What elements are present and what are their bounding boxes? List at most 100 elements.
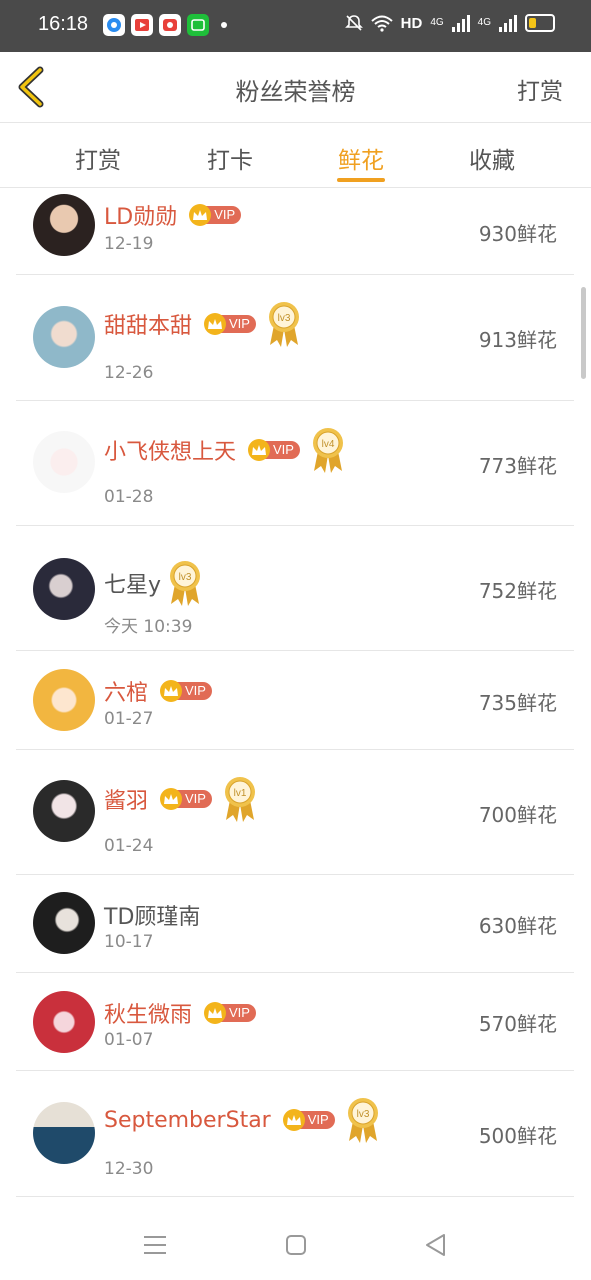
vip-badge: VIP bbox=[204, 313, 256, 335]
avatar[interactable] bbox=[33, 1102, 95, 1164]
system-nav-bar bbox=[0, 1200, 591, 1280]
user-name[interactable]: SeptemberStar bbox=[104, 1108, 271, 1133]
tab-checkin[interactable]: 打卡 bbox=[190, 141, 270, 175]
flower-count: 930鲜花 bbox=[478, 221, 557, 246]
list-item[interactable]: 甜甜本甜 VIP lv3 12-26 913鲜花 bbox=[16, 275, 574, 401]
tab-reward[interactable]: 打赏 bbox=[58, 141, 138, 175]
level-medal-icon: lv3 bbox=[268, 302, 299, 347]
flower-count: 570鲜花 bbox=[478, 1012, 557, 1036]
flower-count: 630鲜花 bbox=[478, 914, 557, 938]
signal-icon bbox=[451, 14, 470, 32]
back-triangle-icon bbox=[426, 1234, 445, 1256]
avatar[interactable] bbox=[33, 306, 95, 368]
status-indicators: HD 4G 4G bbox=[344, 14, 555, 32]
crown-icon bbox=[160, 680, 183, 702]
user-name[interactable]: TD顾瑾南 bbox=[104, 899, 200, 931]
avatar[interactable] bbox=[33, 780, 95, 842]
signal-icon bbox=[499, 14, 517, 32]
avatar[interactable] bbox=[33, 669, 95, 731]
crown-icon bbox=[282, 1109, 305, 1131]
home-button[interactable] bbox=[283, 1232, 309, 1258]
user-name[interactable]: 秋生微雨 bbox=[104, 997, 192, 1029]
menu-icon bbox=[144, 1236, 166, 1254]
level-medal-icon: lv3 bbox=[347, 1098, 378, 1143]
date: 今天 10:39 bbox=[104, 617, 193, 637]
notification-icons bbox=[103, 14, 227, 36]
tab-flowers[interactable]: 鲜花 bbox=[321, 141, 401, 175]
flower-count: 700鲜花 bbox=[478, 802, 557, 827]
status-time: 16:18 bbox=[38, 13, 89, 35]
date: 12-26 bbox=[104, 363, 154, 383]
date: 12-30 bbox=[104, 1159, 154, 1179]
medal-level: lv3 bbox=[278, 313, 291, 324]
list-item[interactable]: 秋生微雨 VIP 01-07 570鲜花 bbox=[16, 973, 574, 1071]
more-notifications-dot bbox=[221, 22, 227, 28]
date: 01-27 bbox=[104, 709, 154, 729]
network-type-1: 4G bbox=[430, 17, 444, 28]
date: 12-19 bbox=[104, 234, 154, 254]
flower-count: 752鲜花 bbox=[478, 578, 557, 603]
date: 10-17 bbox=[104, 932, 154, 952]
crown-icon bbox=[248, 439, 271, 461]
avatar[interactable] bbox=[33, 991, 95, 1053]
crown-icon bbox=[160, 788, 183, 810]
wifi-icon bbox=[370, 15, 393, 32]
user-name[interactable]: 七星y bbox=[104, 567, 161, 599]
level-medal-icon: lv4 bbox=[312, 428, 343, 473]
flower-count: 735鲜花 bbox=[478, 690, 557, 715]
user-name[interactable]: 甜甜本甜 bbox=[104, 308, 192, 340]
level-medal-icon: lv1 bbox=[224, 777, 255, 822]
bell-muted-icon bbox=[344, 15, 363, 31]
level-medal-icon: lv3 bbox=[170, 561, 201, 606]
scrollbar[interactable] bbox=[581, 287, 586, 379]
list-item[interactable]: 七星y lv3 今天 10:39 752鲜花 bbox=[16, 526, 574, 651]
vip-badge: VIP bbox=[160, 788, 212, 810]
ranking-list: LD勋勋 VIP 12-19 930鲜花 甜甜本甜 VIP lv3 12-26 … bbox=[16, 188, 574, 1197]
vip-badge: VIP bbox=[282, 1109, 335, 1131]
avatar[interactable] bbox=[33, 892, 95, 954]
shop-app-icon bbox=[159, 14, 181, 36]
tab-bar: 打赏 打卡 鲜花 收藏 bbox=[0, 123, 591, 188]
menu-button[interactable] bbox=[142, 1232, 168, 1258]
list-item[interactable]: 酱羽 VIP lv1 01-24 700鲜花 bbox=[16, 750, 574, 875]
vip-badge: VIP bbox=[189, 204, 242, 226]
user-name[interactable]: 酱羽 bbox=[104, 783, 148, 815]
flower-count: 500鲜花 bbox=[478, 1124, 557, 1148]
status-bar: 16:18 HD 4G 4G bbox=[0, 0, 591, 52]
list-item[interactable]: LD勋勋 VIP 12-19 930鲜花 bbox=[16, 188, 574, 275]
network-type-2: 4G bbox=[477, 17, 491, 28]
active-tab-indicator bbox=[337, 178, 385, 182]
list-item[interactable]: TD顾瑾南 10-17 630鲜花 bbox=[16, 875, 574, 973]
medal-level: lv4 bbox=[322, 439, 335, 450]
nav-bar: 粉丝荣誉榜 打赏 bbox=[0, 52, 591, 123]
user-name[interactable]: 小飞侠想上天 bbox=[104, 434, 236, 466]
hd-indicator: HD bbox=[400, 14, 423, 32]
page-title: 粉丝荣誉榜 bbox=[235, 78, 356, 106]
avatar[interactable] bbox=[33, 194, 95, 256]
user-name[interactable]: LD勋勋 bbox=[104, 199, 177, 231]
tab-favorites[interactable]: 收藏 bbox=[452, 141, 532, 175]
app-notification-icon bbox=[103, 14, 125, 36]
list-item[interactable]: 六棺 VIP 01-27 735鲜花 bbox=[16, 651, 574, 750]
date: 01-24 bbox=[104, 836, 154, 856]
user-name[interactable]: 六棺 bbox=[104, 675, 148, 707]
home-square-icon bbox=[286, 1235, 306, 1255]
crown-icon bbox=[204, 313, 227, 335]
date: 01-07 bbox=[104, 1030, 154, 1050]
battery-icon bbox=[525, 14, 555, 32]
list-item[interactable]: 小飞侠想上天 VIP lv4 01-28 773鲜花 bbox=[16, 401, 574, 526]
vip-badge: VIP bbox=[160, 680, 212, 702]
avatar[interactable] bbox=[33, 558, 95, 620]
reward-button[interactable]: 打赏 bbox=[517, 72, 563, 106]
list-item[interactable]: SeptemberStar VIP lv3 12-30 500鲜花 bbox=[16, 1071, 574, 1197]
flower-count: 913鲜花 bbox=[478, 328, 557, 352]
date: 01-28 bbox=[104, 487, 154, 507]
back-system-button[interactable] bbox=[423, 1232, 449, 1258]
iqiyi-app-icon bbox=[187, 14, 209, 36]
crown-icon bbox=[204, 1002, 227, 1024]
avatar[interactable] bbox=[33, 431, 95, 493]
video-app-icon bbox=[131, 14, 153, 36]
vip-badge: VIP bbox=[248, 439, 300, 461]
flower-count: 773鲜花 bbox=[478, 453, 557, 478]
medal-level: lv3 bbox=[356, 1109, 369, 1120]
